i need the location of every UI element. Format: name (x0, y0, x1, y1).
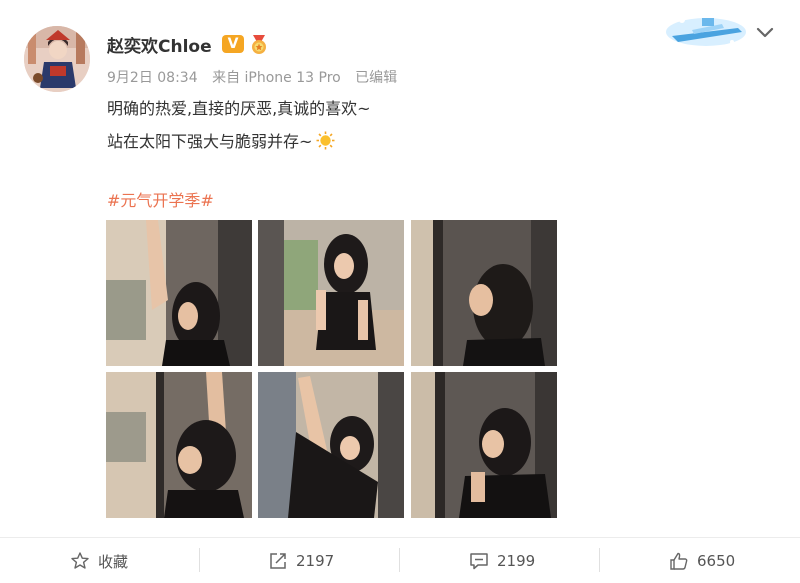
photo-5[interactable] (258, 372, 404, 518)
thumbs-up-icon (670, 552, 688, 570)
comment-button[interactable]: 2199 (469, 546, 535, 576)
photo-1[interactable] (106, 220, 252, 366)
photo-4[interactable] (106, 372, 252, 518)
verified-badge-icon: V (222, 35, 244, 53)
action-separator (599, 548, 600, 572)
avatar[interactable] (24, 26, 90, 92)
favorite-label: 收藏 (98, 552, 129, 571)
like-count: 6650 (697, 552, 736, 570)
favorite-button[interactable]: 收藏 (70, 546, 128, 576)
post-date[interactable]: 9月2日 08:34 (107, 70, 198, 86)
edited-label: 已编辑 (355, 70, 398, 86)
comment-count: 2199 (497, 552, 536, 570)
comment-icon (470, 553, 488, 570)
action-bar-divider (0, 537, 800, 538)
airship-decoration-icon (662, 8, 750, 50)
share-icon (270, 553, 286, 569)
medal-icon (248, 33, 270, 55)
post-text-line-2: 站在太阳下强大与脆弱并存~ (107, 132, 313, 151)
post-text-line-1: 明确的热爱,直接的厌恶,真诚的喜欢~ (107, 99, 371, 118)
action-separator (399, 548, 400, 572)
username[interactable]: 赵奕欢Chloe (107, 32, 212, 57)
star-icon (71, 552, 89, 569)
like-button[interactable]: 6650 (669, 546, 735, 576)
photo-6[interactable] (411, 372, 557, 518)
post-text-line-2-wrap: 站在太阳下强大与脆弱并存~ (107, 128, 335, 152)
sun-emoji-icon (316, 131, 335, 150)
post-meta: 9月2日 08:34 来自 iPhone 13 Pro 已编辑 (107, 67, 407, 87)
chevron-down-icon[interactable] (752, 20, 778, 46)
action-separator (199, 548, 200, 572)
hashtag-link[interactable]: #元气开学季# (107, 187, 214, 211)
repost-count: 2197 (296, 552, 335, 570)
photo-2[interactable] (258, 220, 404, 366)
photo-3[interactable] (411, 220, 557, 366)
repost-button[interactable]: 2197 (268, 546, 334, 576)
post-source: 来自 iPhone 13 Pro (212, 70, 341, 86)
